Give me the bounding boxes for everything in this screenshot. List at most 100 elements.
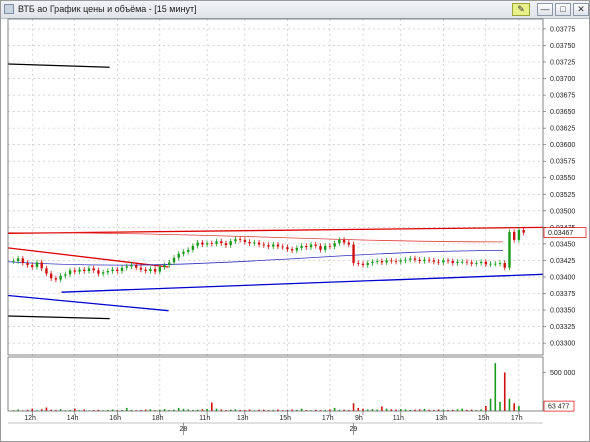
price-candle	[262, 244, 265, 246]
volume-bar	[333, 407, 336, 411]
price-candle	[512, 231, 516, 240]
price-candle	[517, 229, 521, 240]
trendline	[7, 294, 169, 312]
price-candle	[399, 260, 402, 262]
price-candle	[215, 241, 218, 244]
x-tick-label: 17h	[322, 415, 334, 422]
price-candle	[508, 231, 511, 268]
chart-frame	[7, 18, 544, 424]
y-tick-label: 0.03350	[550, 308, 575, 315]
price-candle	[201, 242, 204, 245]
price-candle	[205, 243, 209, 245]
price-candle	[248, 241, 251, 244]
volume-bar	[177, 407, 180, 411]
price-candle	[229, 241, 232, 246]
price-candle	[465, 261, 469, 263]
x-tick-label: 11h	[393, 415, 404, 422]
price-candle	[456, 261, 459, 264]
price-candle	[54, 278, 58, 280]
price-candle	[144, 269, 147, 271]
price-candle	[498, 263, 502, 264]
price-candle	[101, 272, 105, 274]
volume-bars	[12, 363, 520, 411]
price-candle	[375, 261, 379, 262]
price-candle	[40, 262, 43, 269]
volume-bar	[518, 406, 520, 411]
x-tick-label: 11h	[199, 415, 210, 422]
price-candle	[418, 259, 421, 262]
price-candle	[437, 261, 440, 263]
price-series	[12, 227, 525, 283]
volume-bar	[125, 407, 128, 411]
price-candle	[267, 245, 270, 247]
price-candle	[177, 253, 180, 258]
trendlines	[7, 63, 544, 320]
y-tick-label: 0.03675	[550, 93, 575, 100]
price-candle	[135, 265, 138, 268]
price-candle	[163, 265, 166, 268]
y-tick-label: 0.03325	[550, 324, 575, 331]
y-tick-label: 0.03500	[550, 208, 575, 215]
volume-bar	[489, 398, 492, 411]
x-tick-label: 17h	[511, 415, 523, 422]
price-candle	[78, 269, 81, 272]
price-candle	[26, 263, 29, 266]
price-candle	[385, 260, 388, 263]
y-tick-label: 0.03725	[550, 59, 575, 66]
price-candle	[125, 266, 128, 268]
price-candle	[234, 239, 237, 242]
price-candle	[446, 260, 450, 262]
price-candle	[361, 263, 365, 266]
price-candle	[59, 275, 62, 280]
price-candle	[97, 270, 100, 274]
price-candle	[305, 245, 308, 248]
price-candle	[64, 274, 67, 276]
volume-bar	[352, 403, 355, 411]
price-candle	[394, 261, 398, 262]
price-candle	[352, 244, 355, 264]
y-tick-label: 0.03375	[550, 291, 575, 298]
price-candle	[323, 245, 327, 250]
price-candle	[371, 261, 374, 264]
price-candle	[475, 263, 478, 264]
chart-window: ВТБ ao График цены и объёма - [15 минут]…	[0, 0, 590, 442]
price-candle	[461, 261, 464, 263]
x-tick-label: 9h	[355, 415, 363, 422]
grid-lines	[8, 19, 546, 411]
price-candle	[158, 267, 162, 272]
price-candle	[16, 258, 20, 262]
price-candle	[432, 260, 436, 262]
y-tick-label: 0.03750	[550, 43, 575, 50]
volume-bar	[45, 407, 48, 411]
trendline	[7, 315, 110, 320]
price-candle	[196, 242, 199, 246]
price-candle	[191, 245, 195, 250]
x-tick-label: 15h	[279, 415, 291, 422]
volume-bar	[381, 406, 383, 411]
price-candle	[111, 269, 114, 271]
price-candle	[31, 265, 34, 268]
price-candle	[68, 270, 72, 275]
price-candle	[522, 229, 525, 233]
volume-tick-label: 500 000	[550, 370, 575, 377]
price-candle	[130, 265, 133, 267]
y-tick-label: 0.03775	[550, 26, 575, 33]
price-volume-chart[interactable]: 0.03775 0.03750 0.03725 0.03700 0.03675 0.036…	[1, 1, 589, 441]
y-tick-label: 0.03650	[550, 109, 575, 116]
y-tick-label: 0.03550	[550, 175, 575, 182]
y-tick-label: 0.03600	[550, 142, 575, 149]
price-candle	[295, 247, 299, 251]
price-candle	[286, 247, 289, 250]
price-candle	[470, 262, 473, 264]
price-candle	[21, 258, 25, 264]
price-candle	[338, 239, 341, 244]
price-candle	[243, 239, 247, 242]
volume-pane-border	[7, 356, 544, 412]
price-candle	[220, 241, 223, 244]
price-candle	[253, 242, 256, 244]
price-candle	[347, 242, 351, 245]
price-candle	[404, 259, 407, 261]
price-candle	[503, 263, 506, 268]
price-candle	[333, 243, 336, 247]
price-candle	[120, 267, 124, 271]
